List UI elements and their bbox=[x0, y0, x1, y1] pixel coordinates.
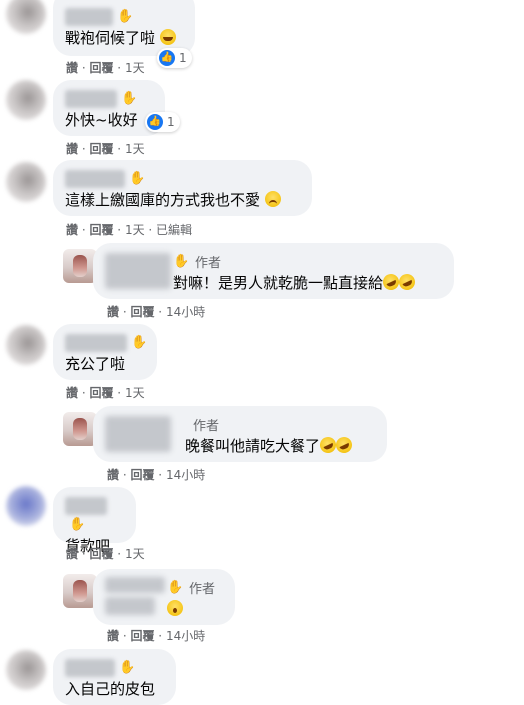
reaction-badge[interactable]: 👍 1 bbox=[157, 48, 192, 68]
wave-hand-icon: ✋ bbox=[121, 90, 138, 106]
wave-hand-icon: ✋ bbox=[131, 334, 148, 350]
comment-actions: 讚 · 回覆 · 1天 bbox=[66, 547, 145, 561]
wave-hand-icon: ✋ bbox=[129, 170, 146, 186]
comment-actions: 讚 · 回覆 · 1天 bbox=[66, 142, 145, 156]
avatar[interactable] bbox=[6, 80, 46, 120]
comment-text: 充公了啦 bbox=[65, 354, 126, 373]
like-link[interactable]: 讚 bbox=[66, 142, 78, 156]
reply-link[interactable]: 回覆 bbox=[89, 547, 113, 561]
commenter-name-blurred[interactable] bbox=[65, 496, 107, 515]
wave-hand-icon: ✋ bbox=[167, 579, 184, 595]
comment-text: 這樣上繳國庫的方式我也不愛 bbox=[65, 190, 300, 210]
comment-text: 入自己的皮包 bbox=[65, 679, 156, 698]
avatar[interactable] bbox=[6, 650, 46, 690]
comment-bubble: ✋ 這樣上繳國庫的方式我也不愛 bbox=[53, 160, 312, 216]
reply-actions: 讚 · 回覆 · 14小時 bbox=[107, 305, 206, 319]
like-link[interactable]: 讚 bbox=[107, 468, 119, 482]
timestamp[interactable]: 1天 bbox=[125, 547, 145, 561]
like-link[interactable]: 讚 bbox=[66, 223, 78, 237]
reply-link[interactable]: 回覆 bbox=[89, 223, 113, 237]
timestamp[interactable]: 1天 bbox=[125, 61, 145, 75]
shocked-emoji-icon bbox=[167, 600, 183, 616]
reply-text bbox=[167, 599, 223, 619]
comment-text: 外快~收好 bbox=[65, 110, 138, 129]
avatar[interactable] bbox=[6, 486, 46, 526]
reaction-count: 1 bbox=[179, 51, 187, 65]
author-name-blurred[interactable] bbox=[105, 416, 171, 452]
author-name-blurred[interactable] bbox=[105, 577, 165, 593]
reply-text: 晚餐叫他請吃大餐了 bbox=[185, 434, 375, 456]
avatar[interactable] bbox=[6, 0, 46, 34]
wave-hand-icon: ✋ bbox=[117, 8, 134, 24]
comment-actions: 讚 · 回覆 · 1天 bbox=[66, 386, 145, 400]
commenter-name-blurred[interactable] bbox=[65, 658, 115, 677]
comment-actions: 讚 · 回覆 · 1天 · 已編輯 bbox=[66, 223, 193, 237]
commenter-name-blurred[interactable] bbox=[65, 89, 117, 108]
author-avatar[interactable] bbox=[63, 249, 97, 283]
like-link[interactable]: 讚 bbox=[66, 386, 78, 400]
author-name-blurred[interactable] bbox=[105, 597, 155, 615]
avatar[interactable] bbox=[6, 325, 46, 365]
reply-link[interactable]: 回覆 bbox=[130, 305, 154, 319]
timestamp[interactable]: 1天 bbox=[125, 223, 145, 237]
like-link[interactable]: 讚 bbox=[107, 305, 119, 319]
wave-hand-icon: ✋ bbox=[119, 659, 136, 675]
reply-link[interactable]: 回覆 bbox=[89, 386, 113, 400]
timestamp[interactable]: 14小時 bbox=[166, 468, 205, 482]
like-link[interactable]: 讚 bbox=[107, 629, 119, 643]
commenter-name-blurred[interactable] bbox=[65, 7, 113, 26]
commenter-name-blurred[interactable] bbox=[65, 333, 127, 352]
reply-bubble: 作者 晚餐叫他請吃大餐了 bbox=[93, 406, 387, 462]
reply-link[interactable]: 回覆 bbox=[89, 142, 113, 156]
rofl-emoji-icon bbox=[333, 434, 355, 456]
rofl-emoji-icon bbox=[396, 271, 418, 293]
reply-actions: 讚 · 回覆 · 14小時 bbox=[107, 468, 206, 482]
like-link[interactable]: 讚 bbox=[66, 547, 78, 561]
commenter-name-blurred[interactable] bbox=[65, 169, 125, 188]
author-avatar[interactable] bbox=[63, 574, 97, 608]
timestamp[interactable]: 1天 bbox=[125, 386, 145, 400]
reply-actions: 讚 · 回覆 · 14小時 bbox=[107, 629, 206, 643]
edited-label[interactable]: 已編輯 bbox=[156, 223, 192, 237]
author-avatar[interactable] bbox=[63, 412, 97, 446]
reaction-badge[interactable]: 👍 1 bbox=[145, 112, 180, 132]
wave-hand-icon: ✋ bbox=[69, 517, 86, 532]
comment-text: 戰袍伺候了啦 bbox=[65, 28, 183, 48]
comment-bubble: ✋ 入自己的皮包 bbox=[53, 649, 176, 705]
author-badge: 作者 bbox=[189, 582, 216, 597]
comment-bubble: ✋ 充公了啦 bbox=[53, 324, 157, 380]
like-link[interactable]: 讚 bbox=[66, 61, 78, 75]
thumbs-up-icon: 👍 bbox=[159, 50, 175, 66]
reply-link[interactable]: 回覆 bbox=[130, 468, 154, 482]
comment-actions: 讚 · 回覆 · 1天 bbox=[66, 61, 145, 75]
timestamp[interactable]: 14小時 bbox=[166, 305, 205, 319]
sad-emoji-icon bbox=[264, 190, 281, 207]
reaction-count: 1 bbox=[167, 115, 175, 129]
timestamp[interactable]: 14小時 bbox=[166, 629, 205, 643]
reply-link[interactable]: 回覆 bbox=[89, 61, 113, 75]
author-badge: 作者 bbox=[195, 256, 222, 271]
reply-link[interactable]: 回覆 bbox=[130, 629, 154, 643]
author-badge: 作者 bbox=[193, 419, 220, 434]
avatar[interactable] bbox=[6, 162, 46, 202]
reply-text: 對嘛！是男人就乾脆一點直接給 bbox=[173, 271, 442, 293]
author-name-blurred[interactable] bbox=[105, 253, 171, 289]
laughing-emoji-icon bbox=[159, 28, 176, 45]
reply-bubble: ✋ 作者 對嘛！是男人就乾脆一點直接給 bbox=[93, 243, 454, 299]
reply-bubble: ✋ 作者 bbox=[93, 569, 235, 625]
timestamp[interactable]: 1天 bbox=[125, 142, 145, 156]
thumbs-up-icon: 👍 bbox=[147, 114, 163, 130]
comment-bubble: ✋ 貨款吧 bbox=[53, 487, 136, 555]
wave-hand-icon: ✋ bbox=[173, 253, 190, 269]
